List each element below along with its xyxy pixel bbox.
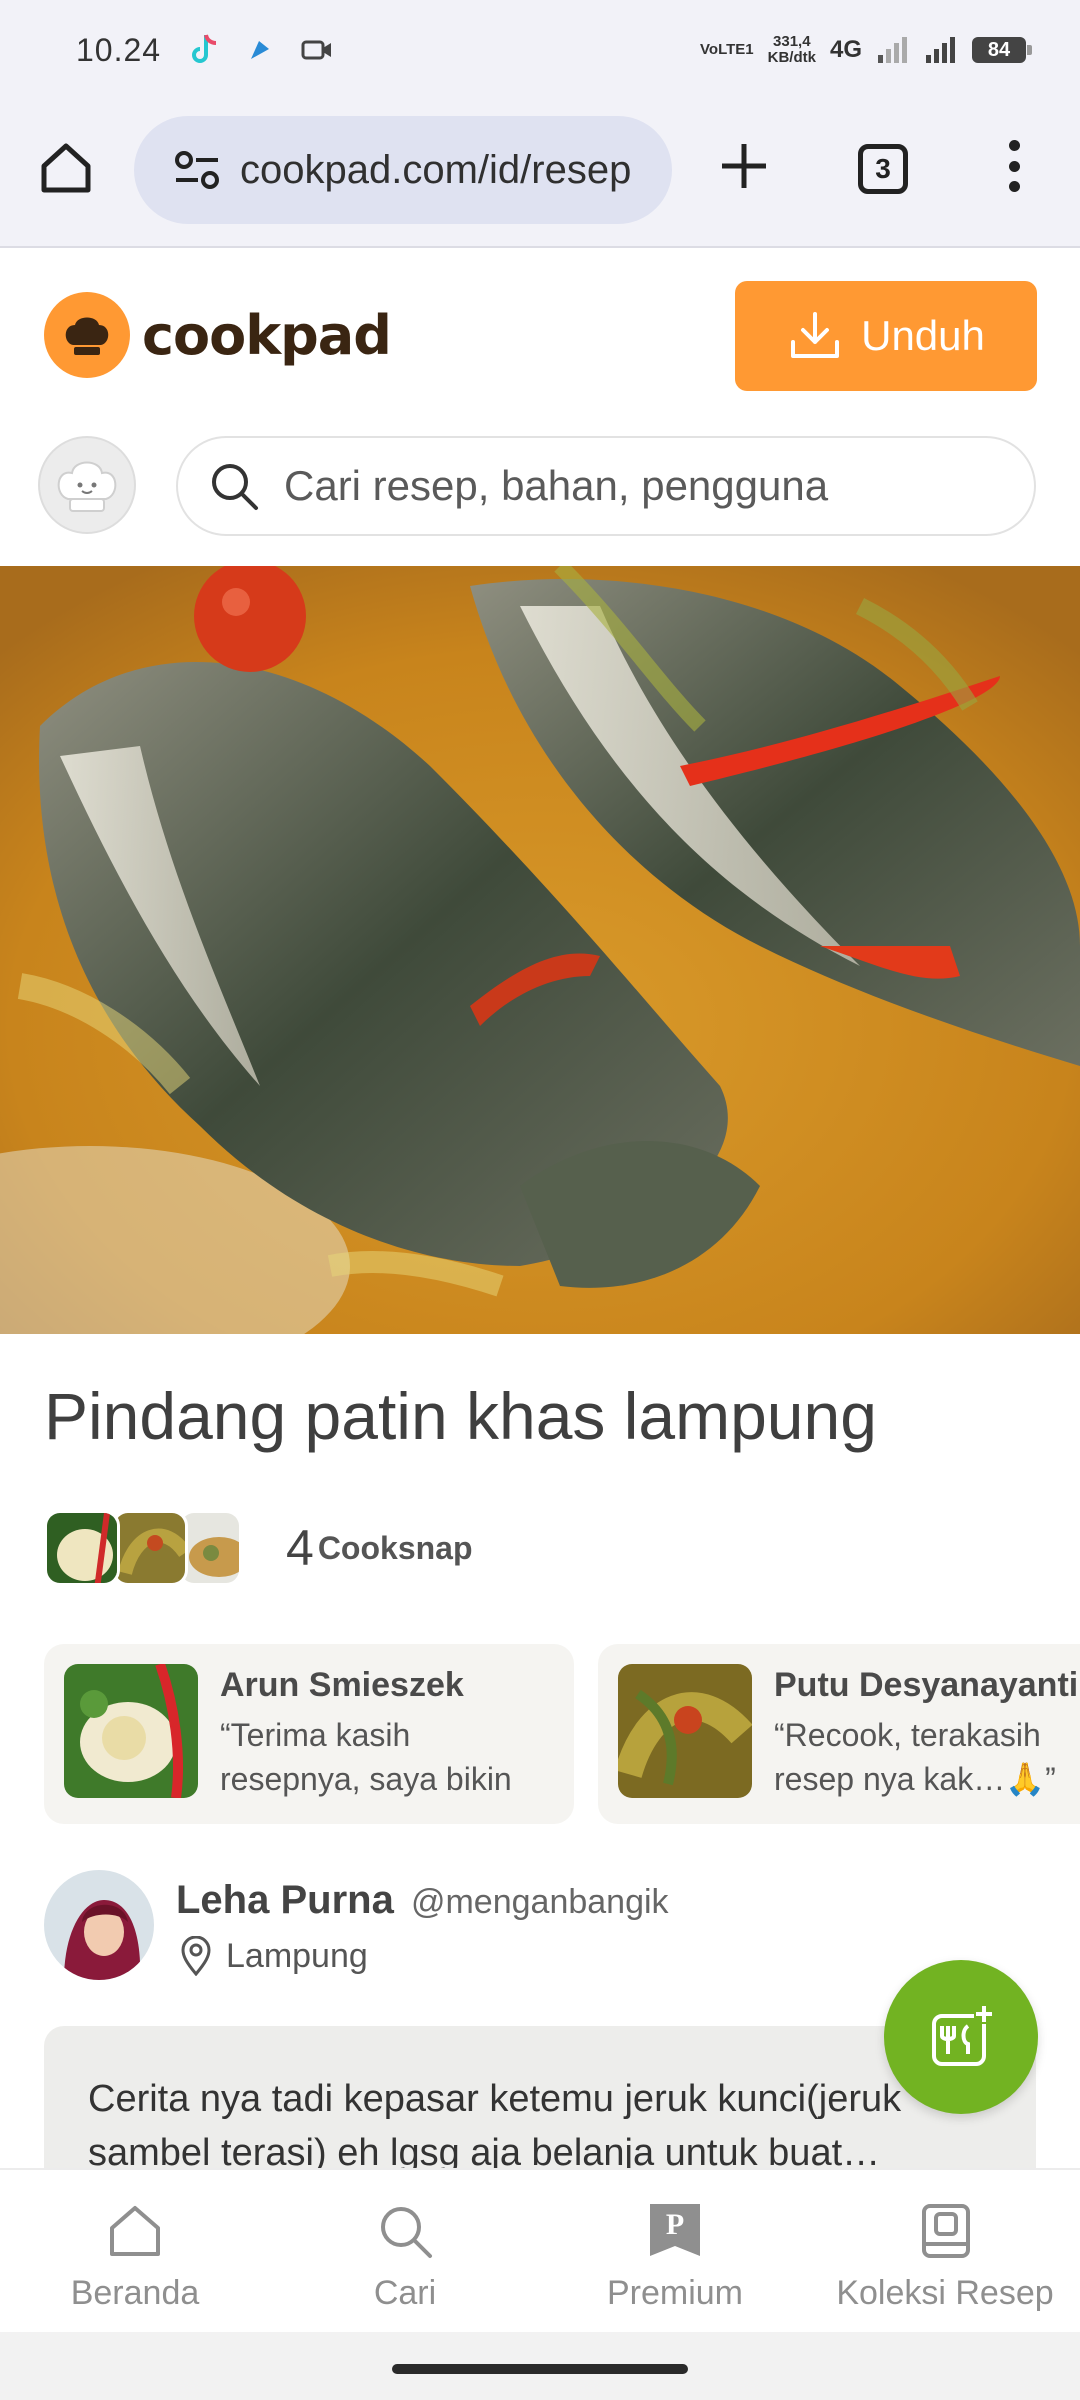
cooksnap-comment: “Terima kasih resepnya, saya bikin versi… <box>220 1717 512 1797</box>
home-icon <box>110 2206 160 2256</box>
battery-icon: 84 <box>972 37 1032 63</box>
status-bar: 10.24 VoLTE1 331,4 KB/dtk 4G 84 <box>0 0 1080 100</box>
nav-premium-label: Premium <box>606 2274 744 2312</box>
author-location-text: Lampung <box>226 1936 368 1975</box>
nav-collection-label: Koleksi Resep <box>836 2274 1054 2312</box>
premium-icon: P <box>650 2204 700 2256</box>
nav-search[interactable]: Cari <box>270 2170 540 2332</box>
cooksnap-count: 4 <box>286 1520 314 1576</box>
nav-premium[interactable]: P Premium <box>540 2170 810 2332</box>
cooksnap-thumb <box>44 1510 120 1586</box>
nav-home[interactable]: Beranda <box>0 2170 270 2332</box>
cooksnap-card[interactable]: Arun Smieszek “Terima kasih resepnya, sa… <box>44 1644 574 1824</box>
cooksnap-comment: “Recook, terakasih resep nya kak…🙏” <box>774 1717 1056 1797</box>
browser-toolbar: cookpad.com/id/resep 3 <box>0 100 1080 248</box>
network-type: 4G <box>829 36 862 63</box>
collection-icon <box>922 2204 970 2258</box>
recipe-title: Pindang patin khas lampung <box>44 1379 877 1453</box>
author-location: Lampung <box>180 1936 368 1976</box>
home-icon[interactable] <box>38 140 94 196</box>
signal-icon <box>878 37 907 63</box>
cooksnap-author[interactable]: Putu Desyanayanti <box>774 1666 1080 1705</box>
tab-switcher-button[interactable]: 3 <box>858 144 908 194</box>
url-text: cookpad.com/id/resep <box>240 147 632 192</box>
cooksnap-photo <box>64 1664 198 1798</box>
cooksnap-thumbnails <box>44 1508 244 1588</box>
volte-indicator: VoLTE1 <box>700 41 754 58</box>
search-icon <box>212 464 258 510</box>
tiktok-icon <box>192 34 217 63</box>
cooksnap-author[interactable]: Arun Smieszek <box>220 1666 554 1705</box>
cooksnap-photo <box>618 1664 752 1798</box>
bottom-navigation: Beranda Cari P Premium Koleksi Resep <box>0 2168 1080 2332</box>
author-avatar[interactable] <box>44 1870 154 1980</box>
download-label: Unduh <box>861 312 985 359</box>
svg-text:P: P <box>666 2208 684 2241</box>
site-header: cookpad Unduh <box>0 250 1080 566</box>
cooksnap-thumb <box>112 1510 188 1586</box>
video-icon <box>301 40 332 60</box>
logo-text: cookpad <box>142 303 392 367</box>
download-button[interactable]: Unduh <box>735 281 1037 391</box>
location-pin-icon <box>181 1936 211 1976</box>
search-input[interactable] <box>284 462 1004 510</box>
chef-avatar-icon <box>57 461 117 512</box>
site-settings-icon[interactable] <box>174 150 220 190</box>
cooksnap-card[interactable]: Putu Desyanayanti “Recook, terakasih res… <box>598 1644 1080 1824</box>
chef-hat-icon <box>44 292 130 378</box>
author-handle[interactable]: @menganbangik <box>411 1883 669 1921</box>
download-icon <box>791 312 840 358</box>
address-bar[interactable]: cookpad.com/id/resep <box>134 116 672 224</box>
cooksnap-label: Cooksnap <box>317 1529 473 1566</box>
nav-collection[interactable]: Koleksi Resep <box>810 2170 1080 2332</box>
author-name-line: Leha Purna @menganbangik <box>176 1878 669 1923</box>
user-avatar[interactable] <box>38 436 136 534</box>
nav-home-label: Beranda <box>70 2274 200 2312</box>
home-gesture-handle[interactable] <box>392 2364 688 2374</box>
cooksnap-carousel[interactable]: Arun Smieszek “Terima kasih resepnya, sa… <box>44 1644 1080 1824</box>
author-name[interactable]: Leha Purna <box>176 1878 394 1922</box>
recipe-author[interactable]: Leha Purna @menganbangik Lampung <box>44 1870 1044 1982</box>
gesture-bar <box>0 2332 1080 2400</box>
network-speed: 331,4 KB/dtk <box>767 33 816 66</box>
cooksnap-summary[interactable]: 4 Cooksnap <box>44 1508 473 1588</box>
browser-menu-icon[interactable] <box>996 136 1032 196</box>
status-notification-icons <box>189 33 333 67</box>
recipe-photo[interactable] <box>0 566 1080 1334</box>
search-box[interactable] <box>176 436 1036 536</box>
cutlery-plus-icon <box>932 2004 994 2066</box>
app-notification-icon <box>251 41 270 59</box>
nav-search-label: Cari <box>373 2274 437 2312</box>
cookpad-logo[interactable]: cookpad <box>44 292 392 378</box>
search-icon <box>381 2207 432 2258</box>
status-time: 10.24 <box>76 31 162 68</box>
signal-icon-2 <box>926 37 955 63</box>
new-tab-icon[interactable] <box>716 138 772 194</box>
add-cooksnap-button[interactable] <box>884 1960 1038 2114</box>
